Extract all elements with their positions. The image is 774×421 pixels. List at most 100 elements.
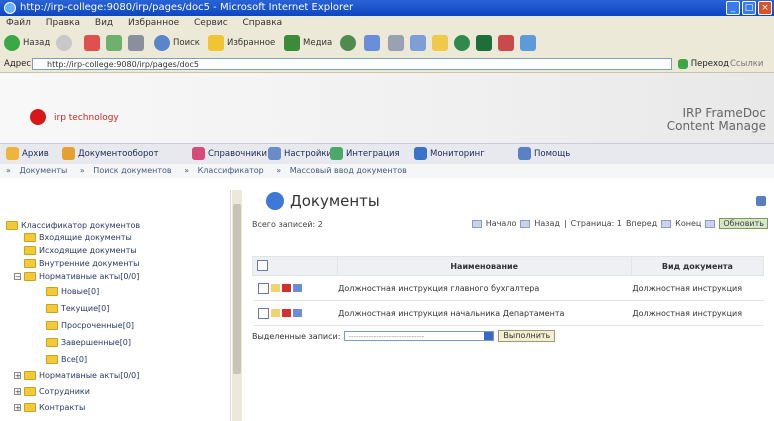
media-icon	[284, 35, 300, 51]
tree-item[interactable]: Просроченные[0]	[46, 320, 134, 331]
directories-icon	[192, 147, 205, 160]
nav-workflow[interactable]: Документооборот	[62, 147, 159, 160]
main-nav: Архив Документооборот Справочники Настро…	[0, 143, 774, 165]
tree-item[interactable]: Все[0]	[46, 354, 87, 365]
sidebar-scrollbar[interactable]	[232, 190, 242, 421]
close-button[interactable]: ×	[758, 1, 772, 15]
folder-icon	[24, 259, 36, 268]
delete-icon[interactable]	[281, 284, 291, 292]
expand-icon[interactable]: +	[14, 388, 21, 396]
refresh-list-button[interactable]: Обновить	[719, 218, 768, 229]
total-records: Всего записей: 2	[252, 220, 323, 229]
pager-next[interactable]: Вперед	[626, 219, 657, 228]
execute-button[interactable]: Выполнить	[498, 330, 556, 342]
address-input[interactable]: http://irp-college:9080/irp/pages/doc5	[32, 58, 672, 70]
row-checkbox[interactable]	[257, 282, 269, 294]
print-icon	[388, 35, 404, 51]
delete-icon[interactable]	[281, 309, 291, 317]
research-button[interactable]	[498, 34, 514, 52]
edit-button[interactable]	[410, 34, 426, 52]
chevron-down-icon[interactable]	[484, 332, 494, 340]
view-icon[interactable]	[292, 284, 302, 292]
select-all-checkbox[interactable]	[257, 259, 268, 271]
select-all-header[interactable]	[252, 256, 338, 276]
extra-button[interactable]	[520, 34, 536, 52]
first-page-icon[interactable]	[471, 219, 482, 228]
history-button[interactable]	[340, 34, 356, 52]
search-icon	[154, 35, 170, 51]
tree-item[interactable]: Текущие[0]	[46, 303, 109, 314]
links-label[interactable]: Ссылки	[730, 56, 763, 72]
favorites-button[interactable]: Избранное	[208, 34, 275, 52]
refresh-button[interactable]	[106, 34, 122, 52]
nav-archive[interactable]: Архив	[6, 147, 49, 160]
menu-tools[interactable]: Сервис	[194, 18, 228, 28]
page-help-icon[interactable]	[756, 196, 766, 206]
forward-arrow-icon	[56, 35, 72, 51]
scrollbar-thumb[interactable]	[233, 204, 241, 374]
nav-monitoring[interactable]: Мониторинг	[414, 147, 485, 160]
subnav-documents[interactable]: » Документы	[6, 166, 69, 175]
menu-view[interactable]: Вид	[95, 18, 113, 28]
nav-integration[interactable]: Интеграция	[330, 147, 400, 160]
row-checkbox[interactable]	[257, 307, 269, 319]
document-name[interactable]: Должностная инструкция главного бухгалте…	[337, 275, 632, 301]
nav-help[interactable]: Помощь	[518, 147, 570, 160]
maximize-button[interactable]: □	[742, 1, 756, 15]
home-button[interactable]	[128, 34, 144, 52]
subnav-classifier[interactable]: » Классификатор	[184, 166, 266, 175]
edit-icon[interactable]	[270, 284, 280, 292]
pager: Начало Назад | Страница: 1 Вперед Конец …	[471, 218, 768, 229]
pager-start[interactable]: Начало	[486, 219, 517, 228]
back-button[interactable]: Назад	[4, 34, 50, 52]
tree-item[interactable]: + Контракты	[14, 402, 85, 413]
tree-item[interactable]: Завершенные[0]	[46, 337, 131, 348]
tree-item[interactable]: Классификатор документов	[6, 220, 140, 231]
sub-nav: » Документы » Поиск документов » Классиф…	[0, 164, 774, 178]
menu-favorites[interactable]: Избранное	[128, 18, 179, 28]
pager-end[interactable]: Конец	[675, 219, 701, 228]
next-page-icon[interactable]	[661, 219, 672, 228]
collapse-icon[interactable]: −	[14, 273, 21, 281]
search-button[interactable]: Поиск	[154, 34, 200, 52]
discuss-button[interactable]	[454, 34, 470, 52]
column-type[interactable]: Вид документа	[630, 256, 765, 276]
menu-help[interactable]: Справка	[243, 18, 283, 28]
messenger-button[interactable]	[476, 34, 492, 52]
nav-settings[interactable]: Настройки	[268, 147, 332, 160]
menu-edit[interactable]: Правка	[46, 18, 80, 28]
view-icon[interactable]	[292, 309, 302, 317]
minimize-button[interactable]: _	[726, 1, 740, 15]
folder-icon	[24, 371, 36, 380]
back-arrow-icon	[4, 35, 20, 51]
tree-item[interactable]: + Сотрудники	[14, 386, 90, 397]
menu-file[interactable]: Файл	[6, 18, 31, 28]
subnav-bulk-input[interactable]: » Массовый ввод документов	[276, 166, 409, 175]
print-button[interactable]	[388, 34, 404, 52]
table-row[interactable]: Должностная инструкция главного бухгалте…	[252, 275, 764, 301]
document-name[interactable]: Должностная инструкция начальника Департ…	[337, 300, 632, 326]
tree-item[interactable]: + Нормативные акты[0/0]	[14, 370, 139, 381]
column-name[interactable]: Наименование	[336, 256, 632, 276]
tree-item[interactable]: Исходящие документы	[24, 245, 137, 256]
stop-button[interactable]	[84, 34, 100, 52]
prev-page-icon[interactable]	[520, 219, 531, 228]
forward-button[interactable]	[56, 34, 72, 52]
tree-item[interactable]: − Нормативные акты[0/0]	[14, 271, 139, 282]
bulk-action-select[interactable]: ------------------------------	[344, 331, 495, 341]
tree-item[interactable]: Новые[0]	[46, 286, 99, 297]
last-page-icon[interactable]	[705, 219, 716, 228]
expand-icon[interactable]: +	[14, 404, 21, 412]
table-row[interactable]: Должностная инструкция начальника Департ…	[252, 300, 764, 326]
subnav-search[interactable]: » Поиск документов	[80, 166, 174, 175]
edit-icon[interactable]	[270, 309, 280, 317]
folder-button[interactable]	[432, 34, 448, 52]
mail-button[interactable]	[364, 34, 380, 52]
media-button[interactable]: Медиа	[284, 34, 332, 52]
expand-icon[interactable]: +	[14, 372, 21, 380]
go-button[interactable]: Переход	[678, 58, 729, 70]
tree-item[interactable]: Входящие документы	[24, 232, 132, 243]
nav-directories[interactable]: Справочники	[192, 147, 267, 160]
tree-item[interactable]: Внутренние документы	[24, 258, 139, 269]
pager-prev[interactable]: Назад	[534, 219, 560, 228]
